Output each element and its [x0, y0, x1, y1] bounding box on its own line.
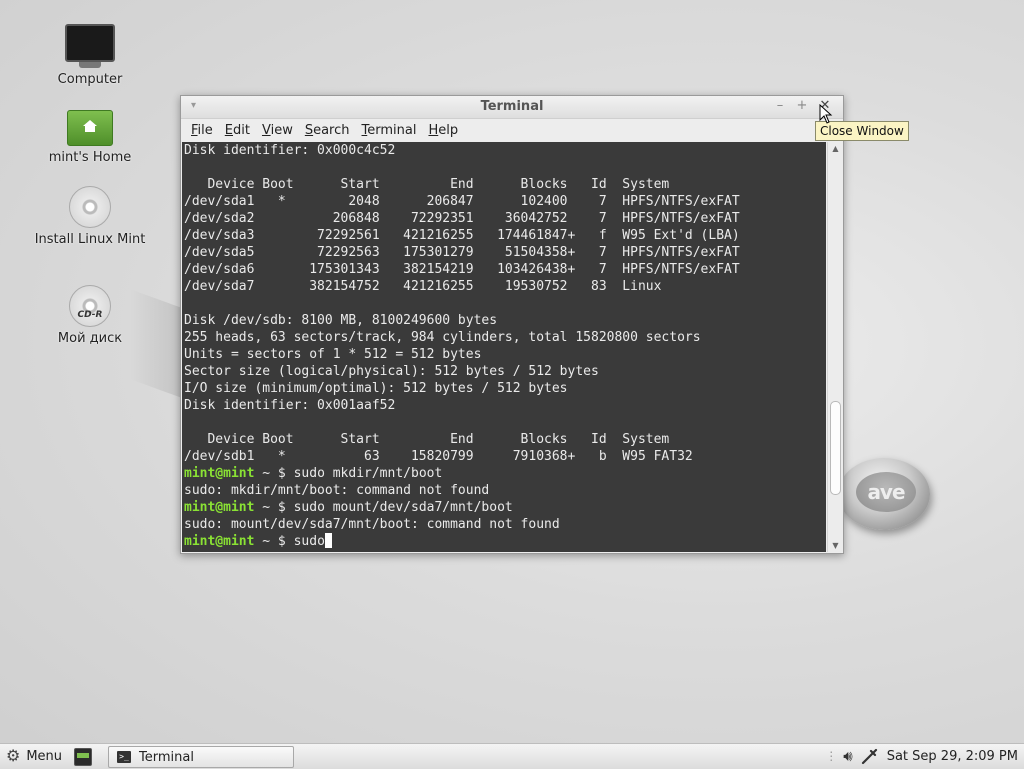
- menu-button[interactable]: ⚙ Menu: [6, 747, 62, 765]
- terminal-output[interactable]: Disk identifier: 0x000c4c52 Device Boot …: [182, 142, 826, 552]
- menu-button-label: Menu: [26, 748, 63, 764]
- terminal-line: /dev/sda1 * 2048 206847 102400 7 HPFS/NT…: [184, 194, 740, 209]
- terminal-line: Disk identifier: 0x000c4c52: [184, 143, 396, 158]
- terminal-line: /dev/sda2 206848 72292351 36042752 7 HPF…: [184, 211, 740, 226]
- taskbar-button-terminal[interactable]: >_ Terminal: [108, 746, 294, 768]
- menu-terminal[interactable]: Terminal: [356, 123, 423, 138]
- maximize-icon[interactable]: +: [795, 98, 809, 113]
- minimize-icon[interactable]: –: [773, 98, 787, 113]
- terminal-line: /dev/sda3 72292561 421216255 174461847+ …: [184, 228, 740, 243]
- monitor-stand: [79, 62, 101, 68]
- prompt-path: ~ $: [254, 466, 294, 481]
- bottom-panel: ⚙ Menu >_ Terminal ⋮ 🔊︎ Sat Sep 29, 2:09…: [0, 743, 1024, 769]
- terminal-line: /dev/sda5 72292563 175301279 51504358+ 7…: [184, 245, 740, 260]
- terminal-line: 255 heads, 63 sectors/track, 984 cylinde…: [184, 330, 701, 345]
- menu-file[interactable]: File: [185, 123, 219, 138]
- menu-label: earch: [313, 122, 350, 138]
- desktop-logo-text: ave: [856, 472, 916, 512]
- menu-search[interactable]: Search: [299, 123, 356, 138]
- terminal-line: /dev/sda6 175301343 382154219 103426438+…: [184, 262, 740, 277]
- terminal-prompt-line: mint@mint ~ $ sudo mount/dev/sda7/mnt/bo…: [182, 499, 826, 516]
- gear-icon: ⚙: [6, 746, 21, 765]
- show-desktop-icon[interactable]: [74, 748, 92, 766]
- desktop-icon-label: Computer: [57, 72, 123, 87]
- cd-r-badge: CD-R: [77, 310, 103, 320]
- prompt-command: sudo mount/dev/sda7/mnt/boot: [293, 500, 513, 515]
- menu-label: elp: [438, 122, 459, 138]
- menu-label: ile: [197, 122, 213, 138]
- menu-mnemonic: H: [428, 122, 439, 138]
- taskbar-button-label: Terminal: [139, 749, 194, 765]
- mouse-pointer-icon: [819, 104, 833, 124]
- window-title: Terminal: [480, 99, 544, 114]
- disc-icon: [69, 186, 111, 228]
- desktop-icon-home[interactable]: mint's Home: [30, 110, 150, 165]
- clock[interactable]: Sat Sep 29, 2:09 PM: [887, 749, 1018, 764]
- volume-icon[interactable]: 🔊︎: [843, 747, 852, 765]
- terminal-line: Disk /dev/sdb: 8100 MB, 8100249600 bytes: [184, 313, 498, 328]
- menu-label: iew: [270, 122, 293, 138]
- prompt-command: sudo mkdir/mnt/boot: [293, 466, 443, 481]
- scroll-down-icon[interactable]: ▼: [828, 541, 843, 550]
- terminal-line: Device Boot Start End Blocks Id System: [184, 432, 670, 447]
- menu-help[interactable]: Help: [422, 123, 464, 138]
- terminal-window: ▾ Terminal – + ✕ File Edit View Search T…: [180, 95, 844, 554]
- desktop-icon-label: mint's Home: [48, 150, 132, 165]
- prompt-user: mint@mint: [184, 500, 255, 515]
- scrollbar-thumb[interactable]: [830, 400, 841, 495]
- menu-view[interactable]: View: [256, 123, 299, 138]
- menu-mnemonic: S: [304, 122, 314, 138]
- menubar: File Edit View Search Terminal Help: [181, 119, 843, 141]
- prompt-path: ~ $: [254, 534, 294, 549]
- close-window-tooltip: Close Window: [815, 121, 909, 141]
- tray-handle-icon: ⋮: [825, 749, 837, 763]
- terminal-prompt-line: mint@mint ~ $ sudo: [182, 533, 826, 550]
- prompt-user: mint@mint: [184, 534, 255, 549]
- window-titlebar[interactable]: ▾ Terminal – + ✕: [181, 96, 843, 119]
- desktop-icon-label: Install Linux Mint: [34, 232, 146, 247]
- terminal-line: sudo: mount/dev/sda7/mnt/boot: command n…: [184, 517, 560, 532]
- terminal-line: Sector size (logical/physical): 512 byte…: [184, 364, 599, 379]
- prompt-user: mint@mint: [184, 466, 255, 481]
- menu-label: dit: [233, 122, 250, 138]
- network-icon[interactable]: [861, 747, 879, 765]
- home-folder-icon: [67, 110, 113, 146]
- terminal-line: /dev/sda7 382154752 421216255 19530752 8…: [184, 279, 662, 294]
- vertical-scrollbar[interactable]: ▲ ▼: [827, 142, 843, 552]
- menu-edit[interactable]: Edit: [219, 123, 256, 138]
- menu-mnemonic: E: [224, 122, 233, 138]
- terminal-line: Disk identifier: 0x001aaf52: [184, 398, 396, 413]
- desktop-icon-cdr[interactable]: CD-R Мой диск: [30, 285, 150, 346]
- computer-icon: [65, 24, 115, 62]
- terminal-line: [182, 414, 826, 431]
- scroll-up-icon[interactable]: ▲: [828, 144, 843, 153]
- menu-mnemonic: V: [261, 122, 271, 138]
- menu-label: erminal: [367, 122, 417, 138]
- terminal-line: Units = sectors of 1 * 512 = 512 bytes: [184, 347, 482, 362]
- terminal-line: Device Boot Start End Blocks Id System: [184, 177, 670, 192]
- prompt-path: ~ $: [254, 500, 294, 515]
- terminal-line: [182, 159, 826, 176]
- desktop-icon-label: Мой диск: [57, 331, 123, 346]
- prompt-command: sudo: [293, 534, 325, 549]
- desktop-icon-computer[interactable]: Computer: [30, 24, 150, 87]
- house-icon: [83, 120, 97, 132]
- terminal-line: /dev/sdb1 * 63 15820799 7910368+ b W95 F…: [184, 449, 693, 464]
- terminal-line: I/O size (minimum/optimal): 512 bytes / …: [184, 381, 568, 396]
- terminal-icon: >_: [117, 751, 131, 763]
- cd-r-icon: CD-R: [69, 285, 111, 327]
- terminal-line: sudo: mkdir/mnt/boot: command not found: [184, 483, 490, 498]
- terminal-cursor: [324, 533, 332, 548]
- desktop-logo: ave: [838, 458, 930, 530]
- desktop-icon-install[interactable]: Install Linux Mint: [30, 186, 150, 247]
- terminal-prompt-line: mint@mint ~ $ sudo mkdir/mnt/boot: [182, 465, 826, 482]
- system-tray: ⋮ 🔊︎ Sat Sep 29, 2:09 PM: [825, 747, 1018, 765]
- terminal-line: [182, 295, 826, 312]
